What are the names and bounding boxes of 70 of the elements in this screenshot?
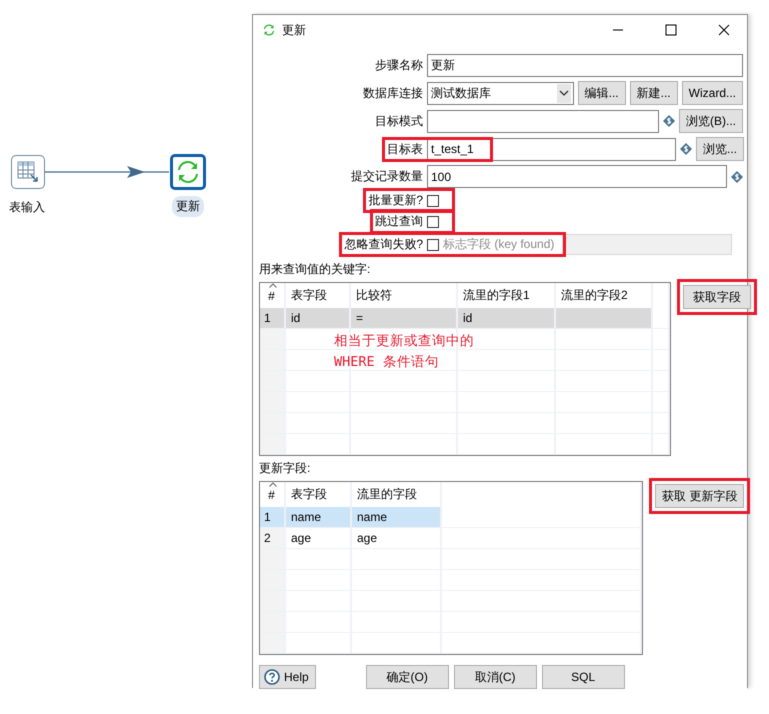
refresh-icon bbox=[175, 159, 201, 185]
refresh-icon bbox=[263, 24, 275, 36]
dialog-button[interactable]: 浏览(B)... bbox=[679, 109, 743, 133]
column-header[interactable]: 表字段 bbox=[291, 287, 327, 304]
field-label: 批量更新? bbox=[368, 192, 423, 209]
step-label: 表输入 bbox=[8, 199, 46, 216]
table-cell: id bbox=[463, 311, 472, 325]
dialog-button[interactable]: 编辑... bbox=[578, 81, 626, 105]
step-node[interactable] bbox=[11, 155, 45, 189]
checkbox[interactable] bbox=[427, 238, 439, 250]
text-field[interactable] bbox=[427, 110, 659, 132]
column-header[interactable]: 流里的字段2 bbox=[561, 287, 628, 304]
chevron-down-icon bbox=[556, 84, 571, 102]
text-field[interactable]: t_test_1 bbox=[427, 138, 676, 160]
column-header[interactable]: 表字段 bbox=[291, 486, 327, 503]
connection-dropdown[interactable]: 测试数据库 bbox=[427, 82, 574, 104]
table-cell: age bbox=[357, 531, 378, 545]
column-header[interactable]: # bbox=[268, 488, 275, 502]
table-cell: id bbox=[291, 311, 300, 325]
table-cell: 2 bbox=[264, 531, 271, 545]
table-row[interactable]: 2 age age bbox=[260, 528, 642, 549]
checkbox[interactable] bbox=[427, 194, 439, 206]
table-cell: 1 bbox=[264, 510, 271, 524]
flag-field-label: 标志字段 (key found) bbox=[443, 236, 554, 253]
section-label: 更新字段: bbox=[259, 460, 312, 477]
table-cell: age bbox=[291, 531, 312, 545]
dialog-button[interactable]: 新建... bbox=[630, 81, 678, 105]
table-row[interactable]: 1 name name bbox=[260, 507, 642, 528]
table-cell: = bbox=[356, 311, 364, 325]
column-header[interactable]: 流里的字段1 bbox=[463, 287, 530, 304]
sort-icon[interactable] bbox=[269, 283, 277, 288]
table-cell: 1 bbox=[264, 311, 271, 325]
sort-icon[interactable] bbox=[269, 482, 277, 487]
fetch-fields-button[interactable]: 获取 更新字段 bbox=[655, 484, 744, 508]
dialog-button[interactable]: SQL bbox=[542, 665, 625, 689]
help-icon bbox=[264, 669, 280, 685]
column-header[interactable]: # bbox=[268, 288, 275, 302]
hop-arrow[interactable] bbox=[45, 165, 171, 179]
dialog-button[interactable]: 浏览... bbox=[696, 137, 744, 161]
table-row[interactable]: 1 id = id bbox=[260, 308, 670, 329]
field-label: 数据库连接 bbox=[363, 84, 423, 102]
section-label: 用来查询值的关键字: bbox=[259, 261, 372, 278]
field-label: 忽略查询失败? bbox=[344, 236, 423, 253]
annotation-text: 相当于更新或查询中的 bbox=[334, 332, 474, 351]
field-label: 步骤名称 bbox=[375, 57, 423, 74]
column-header[interactable]: 比较符 bbox=[356, 287, 392, 304]
text-field[interactable]: 更新 bbox=[427, 54, 743, 77]
field-label: 目标模式 bbox=[375, 112, 423, 130]
text-field[interactable]: 100 bbox=[427, 165, 727, 188]
window-title: 更新 bbox=[282, 22, 307, 38]
field-label: 提交记录数量 bbox=[351, 168, 423, 185]
field-label: 跳过查询 bbox=[375, 213, 423, 230]
field-label: 目标表 bbox=[387, 140, 423, 158]
dialog-button[interactable]: Wizard... bbox=[682, 81, 743, 105]
dialog-button[interactable]: 取消(C) bbox=[454, 665, 537, 689]
checkbox[interactable] bbox=[427, 216, 439, 228]
table-input-icon bbox=[16, 160, 40, 184]
empty-table-row[interactable] bbox=[260, 329, 670, 350]
column-header[interactable]: 流里的字段 bbox=[357, 486, 417, 503]
step-node[interactable] bbox=[170, 154, 206, 190]
maximize-icon[interactable] bbox=[665, 24, 677, 36]
table-cell: name bbox=[291, 510, 322, 524]
annotation-text: WHERE 条件语句 bbox=[334, 353, 440, 372]
fetch-fields-button[interactable]: 获取字段 bbox=[683, 285, 751, 309]
dialog-button[interactable]: 确定(O) bbox=[366, 665, 449, 689]
help-button[interactable]: Help bbox=[259, 665, 316, 689]
table-cell: name bbox=[357, 510, 388, 524]
step-label: 更新 bbox=[172, 196, 204, 217]
close-icon[interactable] bbox=[718, 24, 730, 36]
empty-table-row[interactable] bbox=[260, 350, 670, 371]
